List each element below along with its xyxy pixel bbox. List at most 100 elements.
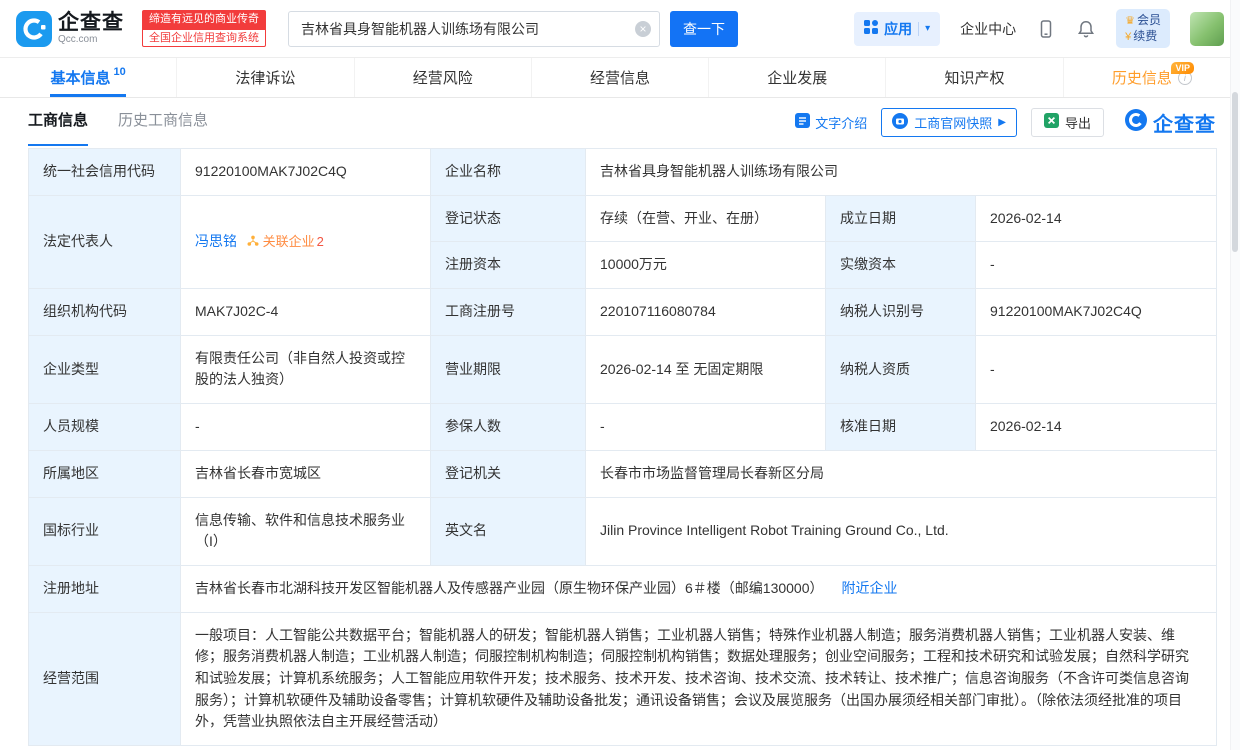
chevron-down-icon: ▾ [925,23,930,34]
text-intro-button[interactable]: 文字介绍 [795,113,867,132]
legal-rep-link[interactable]: 冯思铭 [195,233,237,249]
reg-number-label: 工商注册号 [431,289,586,336]
logo-en-text: Qcc.com [58,35,124,45]
related-companies-tag[interactable]: 关联企业2 [247,234,324,249]
reg-authority-value: 长春市市场监督管理局长春新区分局 [586,450,1217,497]
vip-member-label: 会员 [1137,13,1161,27]
export-label: 导出 [1065,113,1091,132]
sub-tab-bar: 工商信息 历史工商信息 文字介绍 工商官网快照 ▶ 导出 企查查 [0,98,1240,146]
english-name-value: Jilin Province Intelligent Robot Trainin… [586,497,1217,565]
tab-operation-info[interactable]: 经营信息 [531,58,708,97]
approval-date-label: 核准日期 [826,404,976,451]
address-text: 吉林省长春市北湖科技开发区智能机器人及传感器产业园（原生物环保产业园）6＃楼（邮… [195,580,824,596]
table-row: 组织机构代码 MAK7J02C-4 工商注册号 220107116080784 … [29,289,1217,336]
qcc-watermark-logo: 企查查 [1124,108,1216,137]
sub-actions: 文字介绍 工商官网快照 ▶ 导出 企查查 [795,108,1216,137]
business-info-section: 统一社会信用代码 91220100MAK7J02C4Q 企业名称 吉林省具身智能… [0,146,1240,746]
insured-count-label: 参保人数 [431,404,586,451]
legal-rep-value: 冯思铭 关联企业2 [181,195,431,288]
business-term-label: 营业期限 [431,335,586,403]
notification-bell-icon[interactable] [1076,19,1096,39]
clear-search-icon[interactable]: × [635,21,651,37]
taxpayer-quality-value: - [976,335,1217,403]
tab-company-development[interactable]: 企业发展 [708,58,885,97]
snapshot-label: 工商官网快照 [914,113,992,132]
text-intro-label: 文字介绍 [815,113,867,132]
vip-renew-label: 续费 [1133,29,1157,43]
scrollbar[interactable] [1230,0,1240,750]
tab-count-badge: 10 [114,66,126,78]
region-label: 所属地区 [29,450,181,497]
subtab-history-business-info[interactable]: 历史工商信息 [118,98,208,146]
logo-cn-text: 企查查 [58,12,124,33]
slogan-line1: 缔造有远见的商业传奇 [142,10,266,29]
business-info-table: 统一社会信用代码 91220100MAK7J02C4Q 企业名称 吉林省具身智能… [28,148,1217,746]
reg-number-value: 220107116080784 [586,289,826,336]
qcc-mini-text: 企查查 [1153,108,1216,137]
apps-divider [918,22,919,36]
brand-slogan: 缔造有远见的商业传奇 全国企业信用查询系统 [142,10,266,48]
search-input[interactable] [288,11,660,47]
taxpayer-id-value: 91220100MAK7J02C4Q [976,289,1217,336]
credit-code-label: 统一社会信用代码 [29,149,181,196]
approval-date-value: 2026-02-14 [976,404,1217,451]
address-label: 注册地址 [29,565,181,612]
tab-label: 企业发展 [767,67,827,88]
header-right-group: 应用 ▾ 企业中心 ♛会员 ¥续费 [854,9,1224,48]
reg-authority-label: 登记机关 [431,450,586,497]
tab-label: 经营风险 [413,67,473,88]
reg-status-value: 存续（在营、开业、在册） [586,195,826,242]
user-avatar[interactable] [1190,12,1224,46]
tab-label: 基本信息 [51,67,111,88]
export-button[interactable]: 导出 [1031,108,1104,137]
table-row: 企业类型 有限责任公司（非自然人投资或控股的法人独资） 营业期限 2026-02… [29,335,1217,403]
nearby-companies-link[interactable]: 附近企业 [842,580,898,596]
english-name-label: 英文名 [431,497,586,565]
table-row: 统一社会信用代码 91220100MAK7J02C4Q 企业名称 吉林省具身智能… [29,149,1217,196]
qcc-mini-icon [1124,108,1148,137]
insured-count-value: - [586,404,826,451]
document-icon [795,113,810,131]
apps-grid-icon [864,20,878,37]
apps-menu-button[interactable]: 应用 ▾ [854,12,940,46]
org-code-value: MAK7J02C-4 [181,289,431,336]
table-row: 法定代表人 冯思铭 关联企业2 登记状态 存续（在营、开业、在册） 成立日期 2… [29,195,1217,242]
tab-intellectual-property[interactable]: 知识产权 [885,58,1062,97]
business-term-value: 2026-02-14 至 无固定期限 [586,335,826,403]
excel-icon [1044,113,1059,131]
search-button[interactable]: 查一下 [670,11,738,47]
scrollbar-thumb[interactable] [1232,92,1238,252]
taxpayer-id-label: 纳税人识别号 [826,289,976,336]
table-row: 人员规模 - 参保人数 - 核准日期 2026-02-14 [29,404,1217,451]
establish-date-label: 成立日期 [826,195,976,242]
establish-date-value: 2026-02-14 [976,195,1217,242]
search-box: × [288,11,660,47]
official-snapshot-button[interactable]: 工商官网快照 ▶ [881,108,1017,137]
table-row: 国标行业 信息传输、软件和信息技术服务业（I） 英文名 Jilin Provin… [29,497,1217,565]
tab-history-info[interactable]: 历史信息 VIP i [1063,58,1240,97]
tab-legal-litigation[interactable]: 法律诉讼 [176,58,353,97]
enterprise-center-link[interactable]: 企业中心 [960,19,1016,39]
tab-basic-info[interactable]: 基本信息 10 [0,58,176,97]
mobile-app-icon[interactable] [1036,19,1056,39]
industry-label: 国标行业 [29,497,181,565]
tab-label: 知识产权 [945,67,1005,88]
table-row: 所属地区 吉林省长春市宽城区 登记机关 长春市市场监督管理局长春新区分局 [29,450,1217,497]
industry-value: 信息传输、软件和信息技术服务业（I） [181,497,431,565]
tab-label: 经营信息 [590,67,650,88]
tab-operation-risk[interactable]: 经营风险 [354,58,531,97]
qcc-logo-icon [16,11,52,47]
reg-status-label: 登记状态 [431,195,586,242]
company-name-value: 吉林省具身智能机器人训练场有限公司 [586,149,1217,196]
camera-icon [892,113,908,132]
table-row: 经营范围 一般项目：人工智能公共数据平台；智能机器人的研发；智能机器人销售；工业… [29,612,1217,745]
qcc-logo[interactable]: 企查查 Qcc.com [16,11,124,47]
vip-renew-row: ¥续费 [1125,29,1161,45]
subtab-business-info[interactable]: 工商信息 [28,98,88,146]
credit-code-value: 91220100MAK7J02C4Q [181,149,431,196]
reg-capital-value: 10000万元 [586,242,826,289]
vip-membership-button[interactable]: ♛会员 ¥续费 [1116,9,1170,48]
vip-member-row: ♛会员 [1125,13,1161,29]
tab-label: 历史信息 [1112,67,1172,88]
taxpayer-quality-label: 纳税人资质 [826,335,976,403]
